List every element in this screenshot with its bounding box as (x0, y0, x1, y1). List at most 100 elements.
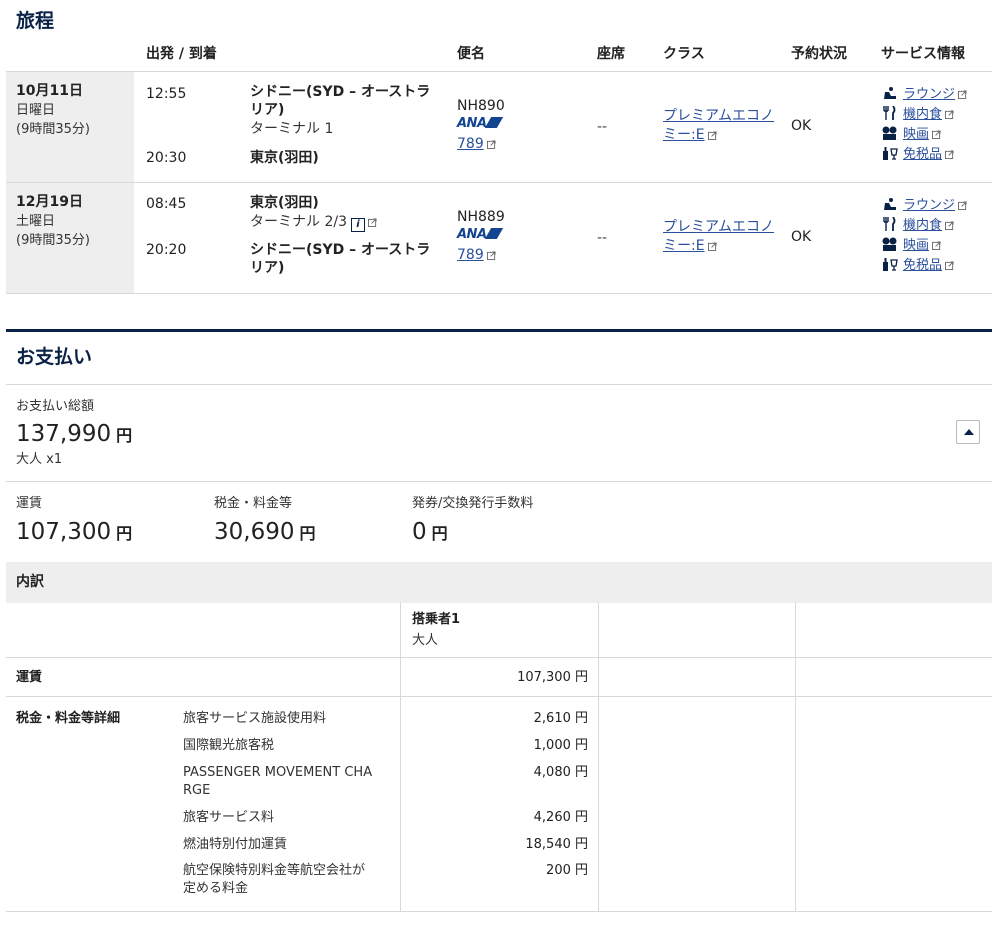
header-seat: 座席 (597, 46, 625, 62)
dutyfree-icon (883, 258, 898, 271)
dep-place-cont: リア) (250, 102, 285, 118)
info-icon[interactable]: i (350, 218, 365, 232)
lounge-icon (884, 87, 896, 99)
meal-icon (883, 217, 896, 231)
dep-place: 東京(羽田) (250, 195, 319, 211)
tax-item-amount: 4,080 円 (533, 765, 588, 780)
breakdown-title: 内訳 (16, 574, 44, 590)
seat-value: -- (597, 119, 608, 135)
flight-duration: (9時間35分) (16, 233, 90, 248)
service-meal-link[interactable]: 機内食 (881, 105, 954, 125)
tax-item-amount: 1,000 円 (533, 738, 588, 753)
meal-icon (883, 106, 896, 120)
divider (6, 657, 992, 658)
flight-date: 10月11日 (16, 83, 83, 99)
header-flight: 便名 (457, 46, 485, 62)
dep-time: 08:45 (146, 196, 187, 212)
divider (6, 182, 992, 183)
ana-logo: ANA (457, 116, 503, 132)
passenger-type: 大人 (412, 633, 439, 648)
tax-item-name: 旅客サービス施設使用料 (183, 711, 327, 726)
divider (598, 603, 599, 911)
flight-number: NH890 (457, 98, 505, 114)
external-link-icon (958, 201, 967, 210)
service-movie-link[interactable]: 映画 (881, 236, 941, 256)
header-dep-arr: 出発 / 到着 (146, 46, 217, 62)
breakdown-header-bar (6, 562, 992, 603)
tax-item-amount: 18,540 円 (525, 837, 588, 852)
external-link-icon (945, 150, 954, 159)
external-link-icon (945, 261, 954, 270)
movie-icon (882, 126, 897, 140)
external-link-icon (945, 221, 954, 230)
service-dutyfree-link[interactable]: 免税品 (881, 145, 954, 165)
arr-place: シドニー(SYD – オーストラ (250, 242, 431, 258)
lounge-icon (884, 198, 896, 210)
fee-label: 発券/交換発行手数料 (412, 496, 534, 511)
fare-row-label: 運賃 (16, 670, 43, 685)
fare-label: 運賃 (16, 496, 43, 511)
seat-value: -- (597, 230, 608, 246)
divider (6, 481, 992, 482)
divider (6, 911, 992, 912)
external-link-icon (932, 130, 941, 139)
tax-item-name: 航空保険特別料金等航空会社が (183, 863, 366, 878)
movie-icon (882, 237, 897, 251)
tax-item-amount: 2,610 円 (533, 711, 588, 726)
divider (6, 696, 992, 697)
flight-date: 12月19日 (16, 194, 83, 210)
arr-time: 20:30 (146, 150, 187, 166)
divider (6, 384, 992, 385)
external-link-icon (486, 251, 496, 260)
tax-item-name: 旅客サービス料 (183, 810, 275, 825)
class-link[interactable]: プレミアムエコノ ミー:E (663, 218, 774, 256)
arr-place-cont: リア) (250, 260, 285, 276)
tax-item-name: 燃油特別付加運賃 (183, 837, 288, 852)
passenger-header: 搭乗者1 (412, 612, 461, 627)
tax-item-name: 国際観光旅客税 (183, 738, 275, 753)
flight-weekday: 日曜日 (16, 103, 56, 118)
flight-duration: (9時間35分) (16, 122, 90, 137)
fee-amount: 0円 (412, 519, 448, 545)
header-class: クラス (663, 46, 705, 62)
service-dutyfree-link[interactable]: 免税品 (881, 256, 954, 276)
tax-item-name-cont: RGE (183, 783, 211, 798)
aircraft-link[interactable]: 789 (457, 246, 496, 265)
service-meal-link[interactable]: 機内食 (881, 216, 954, 236)
fare-row-amount: 107,300 円 (517, 670, 588, 685)
total-amount: 137,990 円 (16, 421, 133, 447)
divider (6, 71, 992, 72)
divider (6, 293, 992, 294)
booking-status: OK (791, 229, 812, 245)
booking-status: OK (791, 118, 812, 134)
external-link-icon (707, 131, 717, 140)
payment-title: お支払い (16, 346, 93, 368)
external-link-icon (958, 90, 967, 99)
tax-item-name-cont: 定める料金 (183, 881, 249, 896)
divider (795, 603, 796, 911)
fare-amount: 107,300 円 (16, 519, 133, 545)
dep-terminal: ターミナル 1 (250, 121, 334, 137)
pax-count: 大人 x1 (16, 452, 63, 467)
tax-item-amount: 4,260 円 (533, 810, 588, 825)
external-link-icon (486, 140, 496, 149)
section-rule (6, 329, 992, 332)
tax-label: 税金・料金等 (214, 496, 293, 511)
dep-time: 12:55 (146, 86, 187, 102)
tax-item-amount: 200 円 (546, 863, 588, 878)
collapse-toggle-button[interactable] (956, 420, 980, 444)
external-link-icon (707, 242, 717, 251)
flight-number: NH889 (457, 209, 505, 225)
flight-weekday: 土曜日 (16, 214, 56, 229)
aircraft-link[interactable]: 789 (457, 135, 496, 154)
service-movie-link[interactable]: 映画 (881, 125, 941, 145)
external-link-icon (945, 110, 954, 119)
tax-item-name: PASSENGER MOVEMENT CHA (183, 765, 373, 780)
service-lounge-link[interactable]: ラウンジ (881, 196, 967, 216)
external-link-icon (367, 218, 377, 227)
ana-logo: ANA (457, 227, 503, 243)
class-link[interactable]: プレミアムエコノ ミー:E (663, 107, 774, 145)
external-link-icon (932, 241, 941, 250)
arr-place: 東京(羽田) (250, 150, 319, 166)
service-lounge-link[interactable]: ラウンジ (881, 85, 967, 105)
